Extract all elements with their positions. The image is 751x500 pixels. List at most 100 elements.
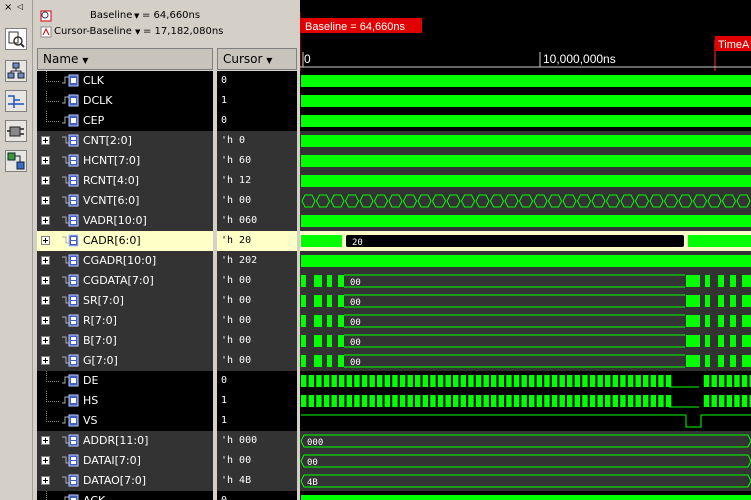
waveform-row[interactable]: 20 — [300, 231, 751, 251]
sort-down-icon[interactable]: ▼ — [82, 56, 88, 65]
waveform-row[interactable] — [300, 491, 751, 500]
signal-row[interactable]: DE — [37, 371, 213, 391]
signal-row[interactable]: VADR[10:0] — [37, 211, 213, 231]
cursor-value-row[interactable]: 0 — [217, 111, 297, 131]
signal-row[interactable]: CNT[2:0] — [37, 131, 213, 151]
signal-row[interactable]: R[7:0] — [37, 311, 213, 331]
expand-icon[interactable] — [41, 276, 50, 285]
cursor-value-row[interactable]: 'h 00 — [217, 271, 297, 291]
browse-icon[interactable] — [5, 28, 27, 50]
waveform-row[interactable]: 00 — [300, 331, 751, 351]
signal-row[interactable]: CLK — [37, 71, 213, 91]
delta-icon[interactable] — [40, 26, 52, 38]
cursor-value-row[interactable]: 0 — [217, 371, 297, 391]
waveform-row[interactable]: 00 — [300, 351, 751, 371]
cursor-baseline-label[interactable]: Cursor-Baseline — [54, 26, 132, 37]
cursor-value-row[interactable]: 1 — [217, 391, 297, 411]
cursor-value-row[interactable]: 0 — [217, 71, 297, 91]
waveform-row[interactable] — [300, 111, 751, 131]
close-icon[interactable]: × — [4, 2, 12, 13]
cursor-value-row[interactable]: 'h 00 — [217, 351, 297, 371]
sort-down-icon[interactable]: ▼ — [266, 56, 272, 65]
waveform-row[interactable] — [300, 411, 751, 431]
expand-icon[interactable] — [41, 456, 50, 465]
cursor-value-row[interactable]: 1 — [217, 91, 297, 111]
waveform-canvas[interactable]: Baseline = 64,660ns TimeA 0 10,000,000ns… — [300, 0, 751, 500]
signal-row[interactable]: ADDR[11:0] — [37, 431, 213, 451]
expand-icon[interactable] — [41, 316, 50, 325]
signal-row[interactable]: DATAI[7:0] — [37, 451, 213, 471]
baseline-label[interactable]: Baseline — [90, 10, 132, 21]
waveform-row[interactable]: 00 — [300, 451, 751, 471]
waveform-row[interactable] — [300, 251, 751, 271]
network-icon[interactable] — [5, 150, 27, 172]
signal-row[interactable]: CGDATA[7:0] — [37, 271, 213, 291]
expand-icon[interactable] — [41, 176, 50, 185]
expand-icon[interactable] — [41, 436, 50, 445]
cursor-value-row[interactable]: 'h 00 — [217, 291, 297, 311]
cursor-value-row[interactable]: 1 — [217, 411, 297, 431]
waveform-row[interactable] — [300, 71, 751, 91]
cursor-value-row[interactable]: 'h 12 — [217, 171, 297, 191]
waveform-row[interactable] — [300, 211, 751, 231]
cursor-value-row[interactable]: 'h 00 — [217, 451, 297, 471]
expand-icon[interactable] — [41, 136, 50, 145]
cursor-value-row[interactable]: 'h 4B — [217, 471, 297, 491]
cursor-value-row[interactable]: 'h 60 — [217, 151, 297, 171]
signal-row[interactable]: HS — [37, 391, 213, 411]
cursor-value-row[interactable]: 'h 000 — [217, 431, 297, 451]
waveform-row[interactable]: 00 — [300, 311, 751, 331]
signal-row[interactable]: RCNT[4:0] — [37, 171, 213, 191]
waveform-row[interactable] — [300, 131, 751, 151]
signals-icon[interactable] — [5, 90, 27, 112]
waveform-row[interactable] — [300, 191, 751, 211]
cursor-value-row[interactable]: 'h 060 — [217, 211, 297, 231]
signal-row[interactable]: CADR[6:0] — [37, 231, 213, 251]
expand-icon[interactable] — [41, 236, 50, 245]
signal-row[interactable]: VS — [37, 411, 213, 431]
expand-icon[interactable] — [41, 256, 50, 265]
signal-row[interactable]: ACK — [37, 491, 213, 500]
cursor-column-header[interactable]: Cursor ▼ — [217, 48, 297, 70]
cursor-value-row[interactable]: 'h 202 — [217, 251, 297, 271]
baseline-dropdown-icon[interactable]: ▼ — [134, 12, 139, 20]
signal-row[interactable]: G[7:0] — [37, 351, 213, 371]
waveform-row[interactable] — [300, 171, 751, 191]
expand-icon[interactable] — [41, 156, 50, 165]
expand-icon[interactable] — [41, 296, 50, 305]
signal-row[interactable]: B[7:0] — [37, 331, 213, 351]
hierarchy-icon[interactable] — [5, 60, 27, 82]
waveform-view[interactable]: Baseline = 64,660ns TimeA 0 10,000,000ns… — [300, 0, 751, 500]
signal-row[interactable]: DATAO[7:0] — [37, 471, 213, 491]
cursor-value-row[interactable]: 'h 00 — [217, 191, 297, 211]
waveform-row[interactable] — [300, 91, 751, 111]
cursor-value-row[interactable]: 0 — [217, 491, 297, 500]
waveform-row[interactable]: 000 — [300, 431, 751, 451]
zoom-icon[interactable] — [40, 10, 52, 22]
expand-icon[interactable] — [41, 476, 50, 485]
cursor-value-row[interactable]: 'h 00 — [217, 311, 297, 331]
signal-row[interactable]: CEP — [37, 111, 213, 131]
waveform-row[interactable] — [300, 151, 751, 171]
waveform-row[interactable]: 4B — [300, 471, 751, 491]
waveform-row[interactable]: 00 — [300, 291, 751, 311]
signal-row[interactable]: HCNT[7:0] — [37, 151, 213, 171]
expand-icon[interactable] — [41, 336, 50, 345]
pin-icon[interactable]: ◁ — [17, 2, 23, 11]
waveform-row[interactable] — [300, 391, 751, 411]
expand-icon[interactable] — [41, 196, 50, 205]
waveform-row[interactable] — [300, 371, 751, 391]
signal-row[interactable]: DCLK — [37, 91, 213, 111]
signal-row[interactable]: CGADR[10:0] — [37, 251, 213, 271]
cursor-value-row[interactable]: 'h 00 — [217, 331, 297, 351]
signal-row[interactable]: SR[7:0] — [37, 291, 213, 311]
name-column-header[interactable]: Name ▼ — [37, 48, 213, 70]
cursor-value-row[interactable]: 'h 0 — [217, 131, 297, 151]
waveform-row[interactable]: 00 — [300, 271, 751, 291]
plug-icon[interactable] — [5, 120, 27, 142]
signal-row[interactable]: VCNT[6:0] — [37, 191, 213, 211]
cursor-dropdown-icon[interactable]: ▼ — [135, 28, 140, 36]
expand-icon[interactable] — [41, 356, 50, 365]
cursor-value-row[interactable]: 'h 20 — [217, 231, 297, 251]
expand-icon[interactable] — [41, 216, 50, 225]
